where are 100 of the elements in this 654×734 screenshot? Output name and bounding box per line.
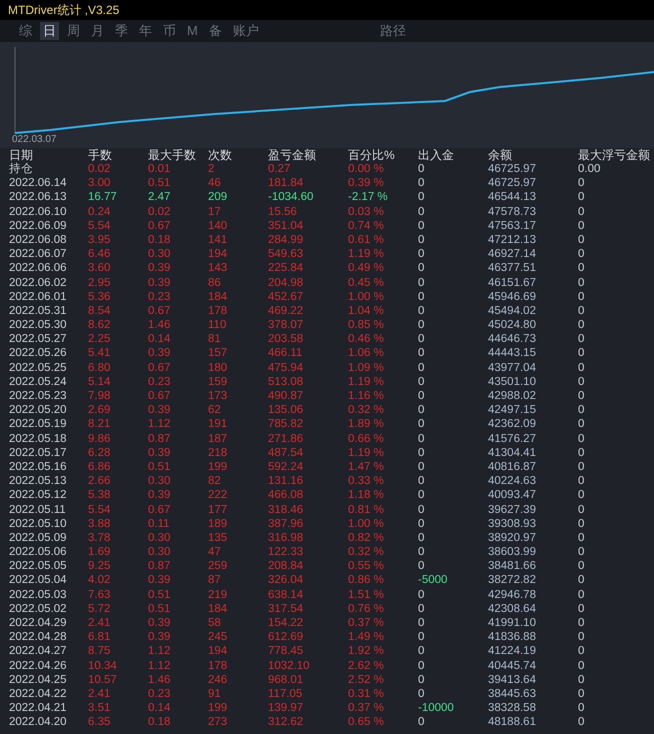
table-cell-text: 0.49 % [348, 261, 385, 276]
table-cell-text: 0 [578, 686, 586, 702]
tab[interactable]: 周 [64, 22, 83, 40]
table-cell-text: 0 [578, 417, 586, 432]
table-cell-text: 189 [208, 516, 228, 531]
window-title: MTDriver统计 ,V3.25 [0, 0, 654, 20]
table-cell-text: 2022.05.30 [9, 318, 68, 332]
table-cell-text: 16.77 [88, 190, 118, 205]
table-cell-text: 180 [208, 360, 228, 375]
table-cell-text: 5.38 [88, 488, 112, 502]
table-cell-text: 6.81 [88, 630, 112, 644]
tab[interactable]: 备 [206, 22, 225, 40]
table-cell-text: 154.22 [268, 616, 304, 630]
tab[interactable]: 账户 [230, 22, 262, 40]
table-cell-text: 199 [208, 701, 228, 716]
table-cell-text: 187 [208, 432, 228, 446]
table-cell-text: 0 [418, 502, 426, 517]
table-cell-text: 5.72 [88, 602, 112, 616]
table-cell-text: 0 [418, 588, 426, 602]
table-cell-text: 0 [418, 602, 426, 616]
table-cell-text: 2.47 [148, 190, 172, 205]
table-cell-text: 2022.05.20 [9, 403, 68, 418]
table-cell-text: 0 [418, 346, 426, 361]
table-cell-text: 91 [208, 686, 222, 702]
table-cell-text: 0 [578, 389, 586, 404]
table-cell-text: 6.35 [88, 715, 112, 730]
table-cell-text: 0.39 [148, 446, 172, 460]
table-cell-text: 612.69 [268, 630, 304, 644]
table-cell-text: 0.85 % [348, 318, 385, 332]
table-cell-text: 0.02 [148, 204, 172, 219]
table-cell-text: 17 [208, 204, 222, 219]
table-cell-text: 0.23 [148, 374, 172, 389]
table-cell-text: 0.39 [148, 630, 172, 644]
tab[interactable]: 月 [88, 22, 107, 40]
table-cell-text: 2.41 [88, 686, 112, 702]
table-cell-text: 4.02 [88, 573, 112, 588]
table-cell-text: 0.37 % [348, 701, 385, 716]
tab[interactable]: 日 [40, 22, 59, 40]
table-cell-text: 1.47 % [348, 460, 385, 474]
table-cell-text: 117.05 [268, 686, 304, 702]
table-cell-text: 2022.04.21 [9, 701, 68, 716]
table-cell-text: 0 [578, 602, 586, 616]
table-cell-text: 1.46 [148, 672, 172, 687]
table-cell-text: 0 [578, 460, 586, 474]
table-cell-text: 2022.06.09 [9, 218, 68, 233]
table-cell-text: 0.65 % [348, 715, 385, 730]
table-cell-text: 0 [578, 488, 586, 502]
table-cell-text: 0.39 [148, 276, 172, 290]
table-cell-text: 2.95 [88, 276, 112, 290]
table-cell-text: 316.98 [268, 530, 304, 546]
table-cell-text: 2022.05.25 [9, 360, 68, 375]
table-cell-text: 46544.13 [488, 190, 537, 205]
table-cell-text: 452.67 [268, 290, 304, 304]
table-cell-text: -1034.60 [268, 190, 314, 205]
column-header: 出入金 [418, 148, 455, 162]
table-cell-text: 0 [418, 686, 426, 702]
table-cell-text: 0.02 [88, 162, 112, 176]
table-cell-text: 0 [578, 332, 586, 346]
tab[interactable]: 综 [16, 22, 35, 40]
table-cell-text: 0 [578, 232, 586, 248]
table-cell-text: 2022.05.11 [9, 502, 67, 517]
tab[interactable]: 路径 [376, 22, 409, 40]
table-cell-text: 0.32 % [348, 545, 385, 560]
table-cell-text: -10000 [418, 701, 455, 716]
table-cell-text: 43501.10 [488, 374, 537, 389]
table-cell-text: 2022.05.24 [9, 374, 68, 389]
table-cell-text: 2022.06.14 [9, 176, 68, 190]
table-cell-text: 222 [208, 488, 228, 502]
table-cell-text: 181.84 [268, 176, 304, 190]
table-cell-text: 0.81 % [348, 502, 385, 517]
table-cell-text: 41224.19 [488, 644, 537, 659]
table-cell-text: 1.19 % [348, 374, 385, 389]
table-cell-text: 2022.05.12 [9, 488, 68, 502]
table-cell-text: 8.75 [88, 644, 112, 659]
table-cell-text: 7.98 [88, 389, 112, 404]
table-cell-text: 0 [418, 417, 426, 432]
table-cell-text: 0 [578, 318, 586, 332]
table-cell-text: 2022.05.16 [9, 460, 68, 474]
table-cell-text: 47 [208, 545, 222, 560]
table-cell-text: 0.51 [148, 588, 172, 602]
table-cell-text: 2022.05.06 [9, 545, 68, 560]
table-cell-text: 140 [208, 218, 228, 233]
tab[interactable]: M [184, 22, 201, 40]
table-cell-text: 2022.05.19 [9, 417, 68, 432]
tab[interactable]: 年 [136, 22, 155, 40]
table-cell-text: 0.23 [148, 686, 172, 702]
table-cell-text: 0 [418, 332, 426, 346]
table-cell-text: 204.98 [268, 276, 304, 290]
table-cell-text: 466.08 [268, 488, 304, 502]
tab[interactable]: 季 [112, 22, 131, 40]
table-cell-text: 47563.17 [488, 218, 537, 233]
tab[interactable]: 币 [160, 22, 179, 40]
table-cell-text: 0 [578, 502, 586, 517]
table-cell-text: 0 [418, 304, 426, 318]
table-cell-text: 0 [418, 672, 426, 687]
table-cell-text: 778.45 [268, 644, 304, 659]
table-cell-text: 209 [208, 190, 228, 205]
table-cell-text: 2022.05.31 [9, 304, 68, 318]
table-cell-text: 0.51 [148, 602, 172, 616]
table-cell-text: 43977.04 [488, 360, 537, 375]
